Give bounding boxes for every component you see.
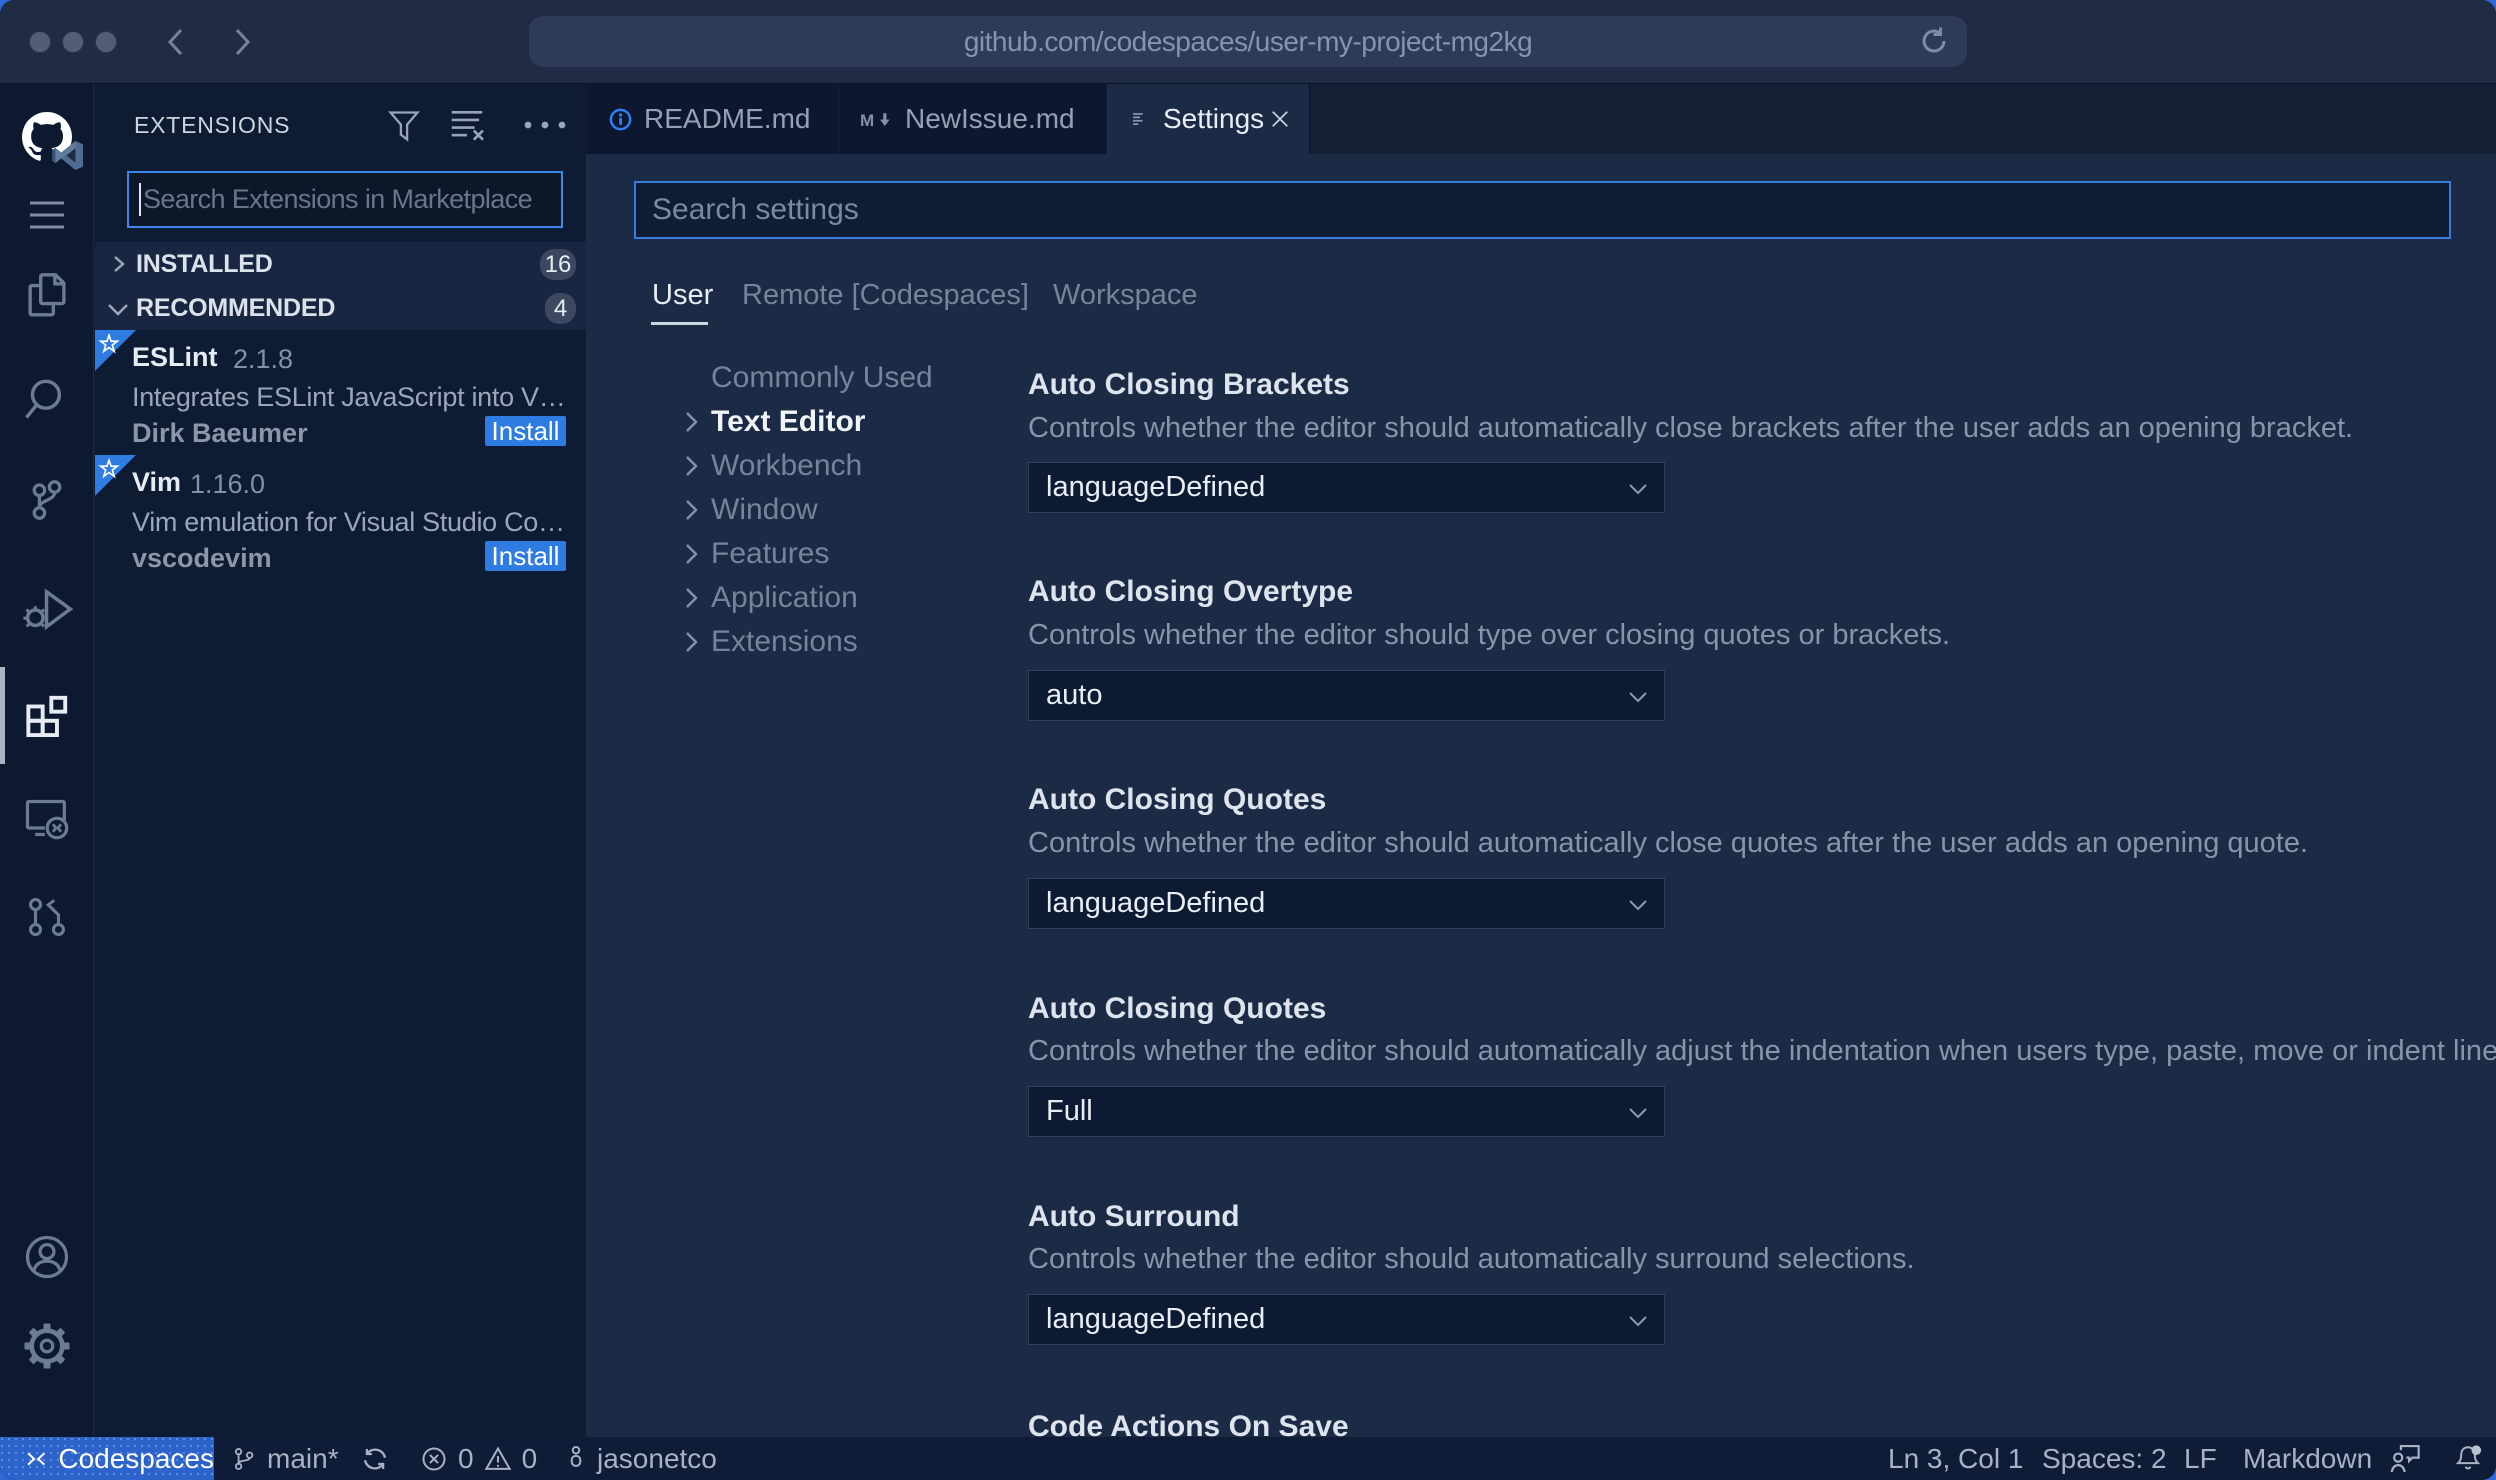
svg-text:M: M xyxy=(860,111,874,130)
